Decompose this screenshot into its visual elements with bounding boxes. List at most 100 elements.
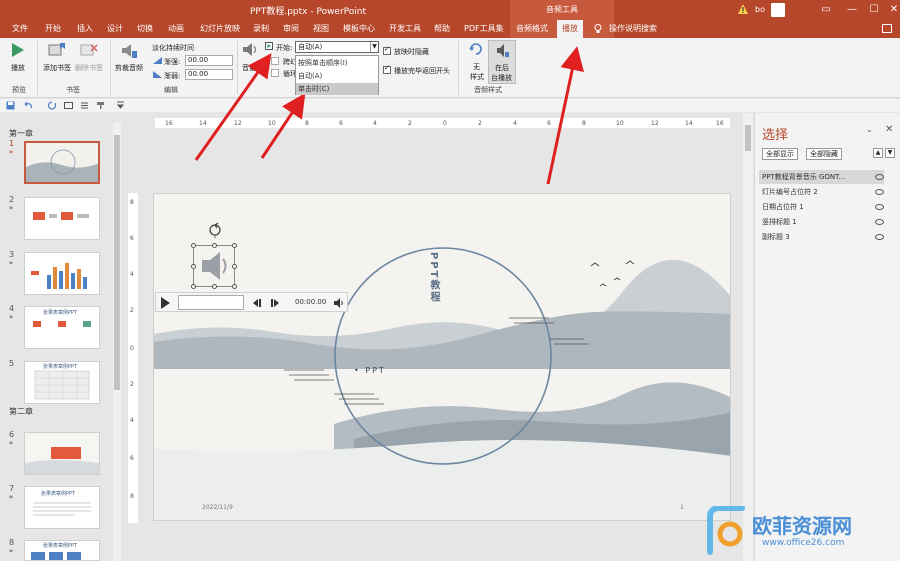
cross-slides-checkbox[interactable] <box>271 57 279 65</box>
user-name[interactable]: bo <box>755 5 765 14</box>
customize-qat-icon[interactable] <box>116 101 125 110</box>
tab-insert[interactable]: 插入 <box>77 23 93 34</box>
slide-thumbnail-6[interactable] <box>24 432 100 475</box>
tab-template[interactable]: 模板中心 <box>343 23 375 34</box>
slide-thumbnail-7[interactable]: 张果表章例PPT <box>24 486 100 529</box>
watermark-logo: 欧菲资源网 www.office26.com <box>700 504 900 561</box>
loop-checkbox[interactable] <box>271 69 279 77</box>
tab-playback[interactable]: 播放 <box>557 20 583 38</box>
selection-item[interactable]: PPT教程背景音乐 GONT... <box>759 170 884 184</box>
tab-view[interactable]: 视图 <box>313 23 329 34</box>
fade-out-input[interactable]: 00.00 <box>185 69 233 80</box>
dropdown-option-automatically[interactable]: 自动(A) <box>296 70 378 82</box>
pane-options-icon[interactable]: ⌄ <box>866 125 873 134</box>
slide-thumbnail-3[interactable] <box>24 252 100 295</box>
no-style-icon[interactable] <box>468 42 484 57</box>
rewind-after-checkbox[interactable] <box>383 64 391 74</box>
skip-back-icon[interactable] <box>252 299 262 307</box>
warning-icon[interactable] <box>737 3 749 15</box>
tab-animations[interactable]: 动画 <box>168 23 184 34</box>
play-icon[interactable] <box>11 42 25 58</box>
tab-developer[interactable]: 开发工具 <box>389 23 421 34</box>
slide-canvas[interactable]: PPT教程 • PPT 2022/11/9 1 <box>153 193 731 521</box>
ribbon-display-button[interactable]: ▭ <box>812 0 840 20</box>
rotate-handle-icon[interactable] <box>207 222 223 238</box>
tab-audio-format[interactable]: 音频格式 <box>516 23 548 34</box>
slideshow-from-start-icon[interactable] <box>64 101 73 110</box>
slide-subtitle[interactable]: • PPT <box>354 366 386 375</box>
start-dropdown[interactable]: 自动(A) ▼ <box>295 41 379 53</box>
hide-during-show-checkbox[interactable] <box>383 45 391 55</box>
tab-slideshow[interactable]: 幻灯片放映 <box>200 23 240 34</box>
eye-icon[interactable] <box>875 204 884 210</box>
play-button[interactable]: 播放 <box>11 63 25 73</box>
volume-icon[interactable] <box>242 42 258 57</box>
bring-forward-icon[interactable]: ▲ <box>873 148 883 158</box>
hide-all-button[interactable]: 全部隐藏 <box>806 148 842 160</box>
tab-help[interactable]: 帮助 <box>434 23 450 34</box>
play-in-background-button[interactable]: 在后 台播放 <box>488 40 516 84</box>
slide-thumbnail-2[interactable] <box>24 197 100 240</box>
rewind-after-label: 播放完毕返回开头 <box>394 67 450 75</box>
close-button[interactable]: ✕ <box>880 0 900 20</box>
tab-design[interactable]: 设计 <box>107 23 123 34</box>
tab-home[interactable]: 开始 <box>45 23 61 34</box>
audio-object[interactable] <box>191 243 237 289</box>
chevron-down-icon[interactable]: ▼ <box>370 42 378 52</box>
slide-thumbnail-4[interactable]: 张果表章例PPT <box>24 306 100 349</box>
selection-item[interactable]: 竖排标题 1 <box>759 215 884 229</box>
save-icon[interactable] <box>6 101 15 110</box>
close-icon[interactable]: ✕ <box>885 124 893 135</box>
eye-icon[interactable] <box>875 234 884 240</box>
tell-me-search[interactable]: 操作说明搜索 <box>609 23 657 34</box>
tab-transitions[interactable]: 切换 <box>137 23 153 34</box>
eye-icon[interactable] <box>875 189 884 195</box>
selection-item[interactable]: 灯片编号占位符 2 <box>759 185 884 199</box>
media-progress-track[interactable] <box>178 295 244 310</box>
vertical-ruler[interactable]: 8 6 4 2 0 2 4 6 8 <box>128 193 138 523</box>
remove-bookmark-button[interactable]: 删除书签 <box>75 63 103 73</box>
horizontal-ruler[interactable]: 16 14 12 10 8 6 4 2 0 2 4 6 8 10 12 14 1… <box>155 118 730 128</box>
no-style-button[interactable]: 无 <box>473 62 480 72</box>
eye-icon[interactable] <box>875 174 884 180</box>
undo-icon[interactable] <box>24 101 33 110</box>
selection-item[interactable]: 日期占位符 1 <box>759 200 884 214</box>
format-painter-icon[interactable] <box>96 101 105 110</box>
eye-icon[interactable] <box>875 219 884 225</box>
send-backward-icon[interactable]: ▼ <box>885 148 895 158</box>
start-icon <box>265 42 273 50</box>
slide-page-number[interactable]: 1 <box>680 504 684 511</box>
comment-icon[interactable] <box>882 24 892 33</box>
dropdown-option-in-click-sequence[interactable]: 按照单击顺序(I) <box>296 57 378 69</box>
start-from-beginning-icon[interactable] <box>80 101 89 110</box>
slide-star: * <box>9 314 13 323</box>
tab-pdf[interactable]: PDF工具集 <box>464 23 504 34</box>
slide-thumbnail-5[interactable]: 张果表章例PPT <box>24 361 100 404</box>
tab-file[interactable]: 文件 <box>12 23 28 34</box>
dropdown-option-when-clicked[interactable]: 单击时(C) <box>296 83 378 95</box>
slide-vertical-title[interactable]: PPT教程 <box>425 252 441 303</box>
slide-thumbnail-1[interactable] <box>24 141 100 184</box>
editor-scrollbar[interactable] <box>743 113 753 561</box>
slide-date[interactable]: 2022/11/9 <box>202 504 233 511</box>
play-in-background-label-2: 台播放 <box>491 74 512 82</box>
media-volume-icon[interactable] <box>333 298 344 308</box>
tab-record[interactable]: 录制 <box>253 23 269 34</box>
fade-in-input[interactable]: 00.00 <box>185 55 233 66</box>
slide-thumbnail-8[interactable]: 张果表章例PPT <box>24 540 100 561</box>
add-bookmark-icon[interactable] <box>48 42 66 58</box>
skip-forward-icon[interactable] <box>270 299 280 307</box>
trim-audio-icon[interactable] <box>120 42 138 59</box>
show-all-button[interactable]: 全部显示 <box>762 148 798 160</box>
redo-icon[interactable] <box>48 101 57 110</box>
section-title-2[interactable]: 第二章 <box>9 406 33 417</box>
add-bookmark-button[interactable]: 添加书签 <box>43 63 71 73</box>
trim-audio-button[interactable]: 剪裁音频 <box>115 63 143 73</box>
media-play-button[interactable] <box>161 297 170 309</box>
thumbnail-scrollbar[interactable] <box>113 123 121 561</box>
volume-dropdown-arrow[interactable]: ⌄ <box>251 72 257 80</box>
tab-review[interactable]: 审阅 <box>283 23 299 34</box>
section-title-1[interactable]: 第一章 <box>9 128 33 139</box>
selection-item[interactable]: 副标题 3 <box>759 230 884 244</box>
avatar[interactable] <box>771 3 785 17</box>
